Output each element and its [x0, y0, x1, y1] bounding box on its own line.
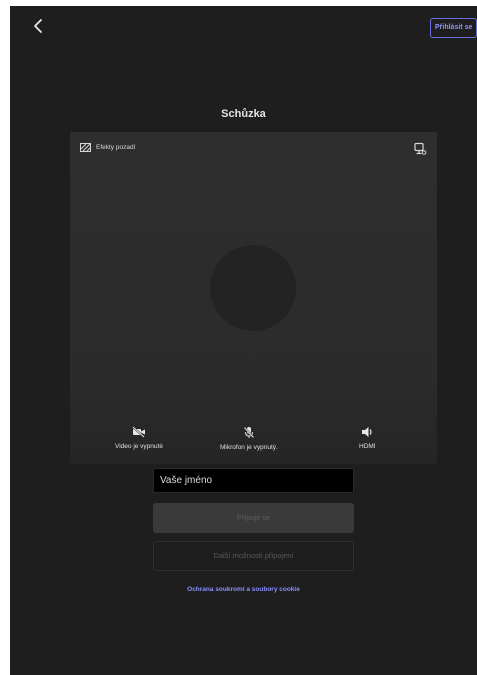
app-screen: Přihlásit se Schůzka Efekty pozadí Video… [10, 6, 477, 675]
device-settings-icon [414, 142, 427, 155]
video-toggle-button[interactable]: Video je vypnuté [115, 426, 163, 450]
speaker-button[interactable]: HDMI [359, 426, 376, 450]
mic-status-label: Mikrofon je vypnutý. [220, 444, 278, 451]
device-settings-button[interactable] [413, 142, 427, 156]
background-effects-label: Efekty pozadí [96, 144, 136, 151]
speaker-device-label: HDMI [359, 443, 376, 450]
speaker-icon [361, 427, 372, 437]
more-join-options-button[interactable]: Další možnosti připojení [153, 541, 354, 571]
privacy-cookies-link[interactable]: Ochrana soukromí a soubory cookie [10, 586, 477, 593]
background-effects-button[interactable]: Efekty pozadí [80, 143, 135, 152]
back-button[interactable] [26, 14, 50, 38]
video-preview: Efekty pozadí Video je vypnuté Mikrofon … [70, 132, 437, 464]
avatar [210, 245, 296, 331]
join-button[interactable]: Připojit se [153, 503, 354, 533]
mic-toggle-button[interactable]: Mikrofon je vypnutý. [220, 426, 278, 451]
chevron-left-icon [34, 19, 42, 33]
page-title: Schůzka [221, 108, 266, 120]
signin-button[interactable]: Přihlásit se [430, 18, 477, 38]
video-status-label: Video je vypnuté [115, 443, 163, 450]
mic-off-icon [243, 426, 255, 439]
name-input[interactable] [153, 468, 354, 493]
video-off-icon [132, 426, 145, 438]
background-effects-icon [80, 143, 91, 152]
